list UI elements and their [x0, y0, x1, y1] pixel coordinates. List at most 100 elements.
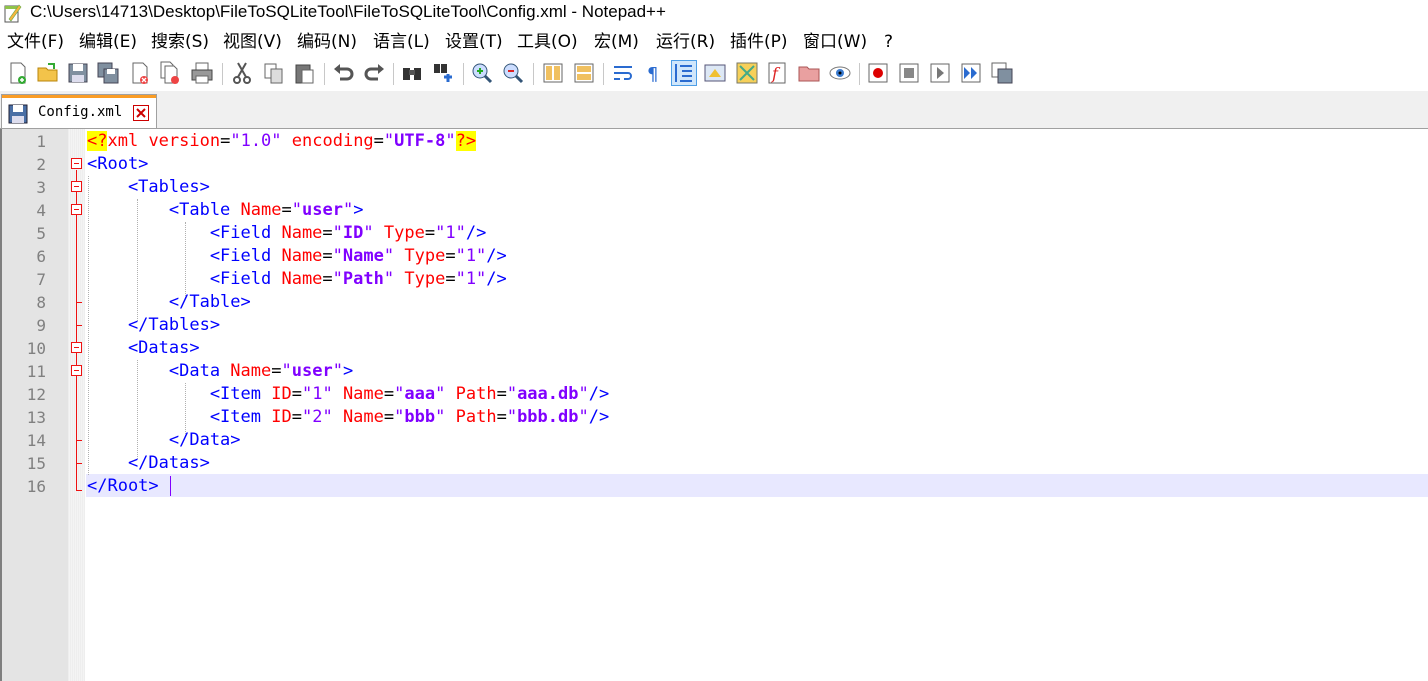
code-token: =	[271, 361, 282, 381]
code-token: Path	[455, 407, 497, 427]
indent-guide-icon[interactable]	[671, 60, 697, 86]
menu-macro[interactable]: 宏(M)	[594, 31, 639, 53]
run-macro-multiple-icon[interactable]	[959, 61, 983, 85]
close-icon[interactable]	[128, 61, 152, 85]
code-line[interactable]: </Data>	[87, 429, 241, 452]
record-macro-icon[interactable]	[866, 61, 890, 85]
menu-search[interactable]: 搜索(S)	[151, 31, 209, 53]
open-file-icon[interactable]	[36, 61, 60, 85]
menu-encoding[interactable]: 编码(N)	[297, 31, 357, 53]
menu-plugins[interactable]: 插件(P)	[730, 31, 788, 53]
tab-close-icon[interactable]	[133, 105, 149, 121]
code-token: <Datas>	[87, 338, 200, 358]
code-token: "1"	[301, 384, 333, 404]
redo-icon[interactable]	[362, 61, 386, 85]
zoom-out-icon[interactable]	[501, 61, 525, 85]
code-line[interactable]: <Field Name="Path" Type="1"/>	[87, 268, 507, 291]
code-line[interactable]: <Item ID="2" Name="bbb" Path="bbb.db"/>	[87, 406, 609, 429]
document-map-icon[interactable]	[735, 61, 759, 85]
tab-config-xml[interactable]: Config.xml	[1, 94, 157, 128]
code-token: "	[394, 384, 405, 404]
monitoring-icon[interactable]	[828, 61, 852, 85]
save-icon[interactable]	[66, 61, 90, 85]
code-line[interactable]: <Tables>	[87, 176, 210, 199]
code-token: <Field	[87, 246, 282, 266]
menu-tools[interactable]: 工具(O)	[517, 31, 578, 53]
fold-toggle-datas[interactable]	[71, 342, 82, 353]
code-line[interactable]: </Datas>	[87, 452, 210, 475]
saved-file-icon	[8, 104, 28, 124]
code-line[interactable]: </Root>	[87, 475, 159, 498]
code-token: user	[301, 200, 343, 220]
code-line[interactable]: <Field Name="ID" Type="1"/>	[87, 222, 487, 245]
code-line[interactable]: <Root>	[87, 153, 148, 176]
code-token: xml	[107, 131, 149, 151]
menu-run[interactable]: 运行(R)	[656, 31, 715, 53]
code-token: aaa	[404, 384, 436, 404]
code-token: "1"	[455, 246, 487, 266]
fold-toggle-table[interactable]	[71, 204, 82, 215]
save-all-icon[interactable]	[96, 61, 120, 85]
copy-icon[interactable]	[262, 61, 286, 85]
code-token: Name	[342, 384, 384, 404]
code-token: "	[383, 269, 395, 289]
code-line[interactable]: <Field Name="Name" Type="1"/>	[87, 245, 507, 268]
line-number: 15	[26, 454, 46, 473]
save-macro-icon[interactable]	[990, 61, 1014, 85]
close-all-icon[interactable]	[158, 61, 182, 85]
paste-icon[interactable]	[292, 61, 316, 85]
code-token: Name	[281, 223, 323, 243]
code-line[interactable]: </Table>	[87, 291, 251, 314]
menu-settings[interactable]: 设置(T)	[445, 31, 503, 53]
code-token: />	[465, 223, 487, 243]
code-token: =	[322, 246, 333, 266]
menu-help[interactable]: ?	[884, 31, 893, 53]
code-token: </Tables>	[87, 315, 221, 335]
fold-end-marker	[76, 440, 82, 441]
fold-toggle-data[interactable]	[71, 365, 82, 376]
new-file-icon[interactable]	[6, 61, 30, 85]
code-token: UTF-8	[394, 131, 446, 151]
toolbar: ¶ f	[0, 58, 1428, 90]
code-line[interactable]: <Item ID="1" Name="aaa" Path="aaa.db"/>	[87, 383, 609, 406]
menu-window[interactable]: 窗口(W)	[803, 31, 867, 53]
code-token: <Field	[87, 269, 282, 289]
sync-vertical-icon[interactable]	[541, 61, 565, 85]
menu-edit[interactable]: 编辑(E)	[79, 31, 137, 53]
code-token: =	[424, 223, 436, 243]
code-line[interactable]: <Data Name="user">	[87, 360, 353, 383]
code-line[interactable]: </Tables>	[87, 314, 220, 337]
function-list-icon[interactable]: f	[766, 61, 790, 85]
folder-as-workspace-icon[interactable]	[797, 61, 821, 85]
code-line[interactable]: <Table Name="user">	[87, 199, 364, 222]
code-token: </Root>	[87, 476, 159, 496]
print-icon[interactable]	[190, 61, 214, 85]
code-token: >	[353, 200, 364, 220]
fold-toggle-tables[interactable]	[71, 181, 82, 192]
code-token: "	[435, 407, 446, 427]
code-token: Type	[383, 223, 425, 243]
menu-view[interactable]: 视图(V)	[223, 31, 282, 53]
code-token: bbb.db	[517, 407, 579, 427]
undo-icon[interactable]	[332, 61, 356, 85]
code-line[interactable]: <Datas>	[87, 337, 200, 360]
play-macro-icon[interactable]	[928, 61, 952, 85]
find-icon[interactable]	[400, 61, 424, 85]
code-line[interactable]: <?xml version="1.0" encoding="UTF-8"?>	[87, 130, 477, 153]
replace-icon[interactable]	[432, 61, 456, 85]
show-all-chars-icon[interactable]: ¶	[641, 61, 665, 85]
code-token: <?	[87, 131, 108, 151]
cut-icon[interactable]	[230, 61, 254, 85]
current-line-highlight	[86, 474, 1428, 497]
sync-horizontal-icon[interactable]	[572, 61, 596, 85]
menu-file[interactable]: 文件(F)	[7, 31, 64, 53]
code-token: "	[578, 407, 589, 427]
fold-toggle-root[interactable]	[71, 158, 82, 169]
menu-language[interactable]: 语言(L)	[373, 31, 430, 53]
zoom-in-icon[interactable]	[470, 61, 494, 85]
word-wrap-icon[interactable]	[611, 61, 635, 85]
user-language-icon[interactable]	[703, 61, 727, 85]
stop-recording-icon[interactable]	[897, 61, 921, 85]
